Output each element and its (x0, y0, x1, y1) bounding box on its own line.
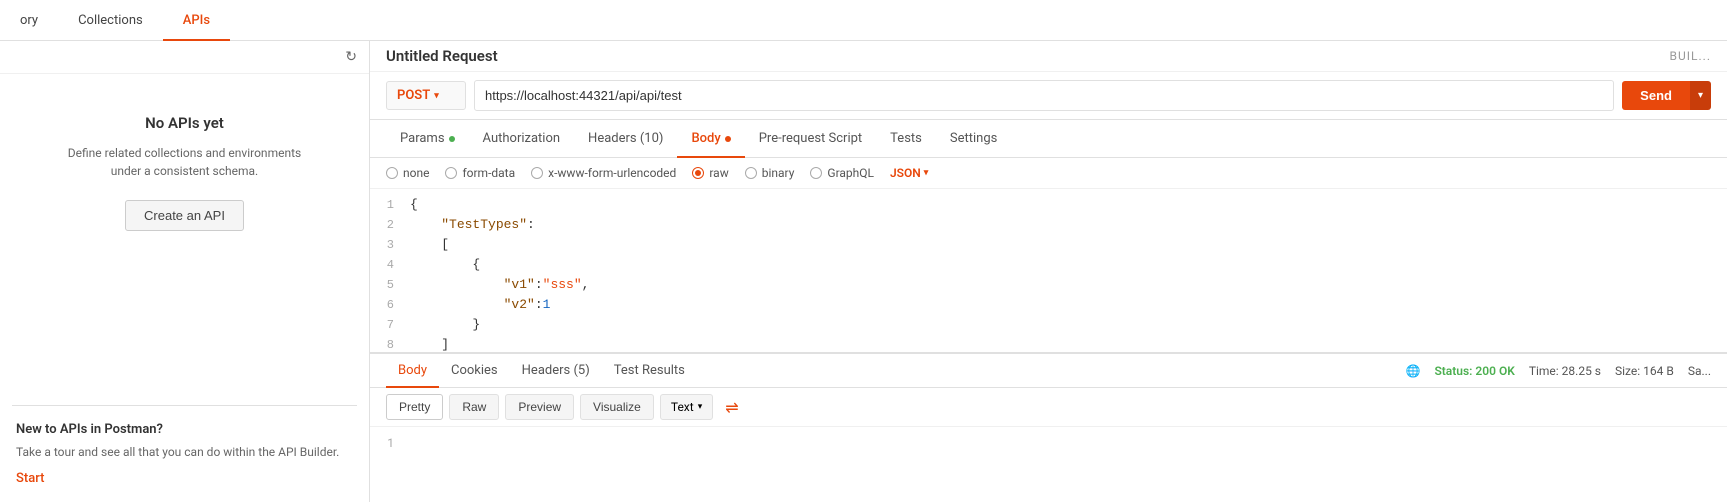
code-line-8: 8 ] (370, 337, 1727, 352)
radio-raw-inner (695, 170, 701, 176)
body-type-raw[interactable]: raw (692, 166, 728, 180)
create-api-button[interactable]: Create an API (125, 200, 244, 231)
text-format-chevron-icon: ▾ (698, 402, 703, 412)
sidebar-empty: No APIs yet Define related collections a… (0, 74, 369, 405)
send-chevron-icon: ▾ (1698, 90, 1703, 101)
url-bar: POST ▾ Send ▾ (370, 72, 1727, 120)
tab-apis[interactable]: APIs (163, 1, 230, 41)
resp-preview-button[interactable]: Preview (505, 394, 574, 420)
response-controls: Pretty Raw Preview Visualize Text ▾ ⇌ (370, 388, 1727, 427)
radio-binary (745, 167, 757, 179)
response-tabs-bar: Body Cookies Headers (5) Test Results 🌐 … (370, 354, 1727, 388)
code-line-4: 4 { (370, 257, 1727, 277)
send-button[interactable]: Send (1622, 81, 1690, 110)
body-dot (725, 136, 731, 142)
globe-icon: 🌐 (1405, 364, 1420, 378)
code-line-6: 6 "v2":1 (370, 297, 1727, 317)
resp-line-1: 1 (370, 435, 1727, 455)
sidebar-header: ↻ (0, 41, 369, 74)
tab-pre-request-script[interactable]: Pre-request Script (745, 121, 876, 158)
body-type-none[interactable]: none (386, 166, 429, 180)
code-line-5: 5 "v1":"sss", (370, 277, 1727, 297)
wrap-icon[interactable]: ⇌ (725, 398, 738, 417)
resp-visualize-button[interactable]: Visualize (580, 394, 654, 420)
request-title: Untitled Request (386, 47, 498, 65)
content-area: Untitled Request BUIL... POST ▾ Send ▾ P… (370, 41, 1727, 502)
code-line-3: 3 [ (370, 237, 1727, 257)
body-type-urlencoded[interactable]: x-www-form-urlencoded (531, 166, 676, 180)
radio-form-data (445, 167, 457, 179)
sidebar: ↻ No APIs yet Define related collections… (0, 41, 370, 502)
save-response-label: Sa... (1688, 364, 1711, 378)
refresh-icon[interactable]: ↻ (345, 49, 357, 65)
builder-label: BUIL... (1670, 49, 1711, 63)
resp-pretty-button[interactable]: Pretty (386, 394, 443, 420)
params-dot (449, 136, 455, 142)
tab-ory[interactable]: ory (0, 1, 58, 41)
tab-body[interactable]: Body (677, 121, 744, 158)
tab-collections[interactable]: Collections (58, 1, 163, 41)
radio-urlencoded (531, 167, 543, 179)
code-line-1: 1 { (370, 197, 1727, 217)
url-input[interactable] (474, 80, 1614, 111)
resp-tab-headers[interactable]: Headers (5) (510, 355, 602, 388)
tab-headers[interactable]: Headers (10) (574, 121, 677, 158)
body-type-form-data[interactable]: form-data (445, 166, 515, 180)
promo-title: New to APIs in Postman? (16, 422, 353, 437)
promo-start-link[interactable]: Start (16, 471, 44, 486)
radio-raw (692, 167, 704, 179)
no-apis-title: No APIs yet (145, 114, 224, 132)
send-dropdown-button[interactable]: ▾ (1690, 81, 1711, 110)
top-nav: ory Collections APIs (0, 0, 1727, 41)
status-ok: Status: 200 OK (1434, 364, 1514, 378)
body-type-graphql[interactable]: GraphQL (810, 166, 874, 180)
body-type-bar: none form-data x-www-form-urlencoded raw… (370, 158, 1727, 189)
response-status-bar: 🌐 Status: 200 OK Time: 28.25 s Size: 164… (1405, 364, 1711, 378)
resp-raw-button[interactable]: Raw (449, 394, 499, 420)
response-body: 1 (370, 427, 1727, 502)
format-chevron-icon: ▾ (924, 168, 929, 178)
resp-tab-test-results[interactable]: Test Results (602, 355, 697, 388)
radio-graphql (810, 167, 822, 179)
radio-none (386, 167, 398, 179)
response-area: Body Cookies Headers (5) Test Results 🌐 … (370, 352, 1727, 502)
send-group: Send ▾ (1622, 81, 1711, 110)
request-tabs: Params Authorization Headers (10) Body P… (370, 120, 1727, 158)
method-dropdown-icon: ▾ (434, 91, 439, 101)
resp-tab-body[interactable]: Body (386, 355, 439, 388)
tab-tests[interactable]: Tests (876, 121, 936, 158)
code-editor[interactable]: 1 { 2 "TestTypes": 3 [ 4 { 5 "v1":"sss", (370, 189, 1727, 352)
method-select[interactable]: POST ▾ (386, 81, 466, 110)
promo-desc: Take a tour and see all that you can do … (16, 443, 353, 461)
text-format-dropdown[interactable]: Text ▾ (660, 394, 713, 420)
code-line-7: 7 } (370, 317, 1727, 337)
tab-params[interactable]: Params (386, 121, 469, 158)
status-size: Size: 164 B (1615, 364, 1674, 378)
status-time: Time: 28.25 s (1529, 364, 1601, 378)
title-bar: Untitled Request BUIL... (370, 41, 1727, 72)
tab-settings[interactable]: Settings (936, 121, 1011, 158)
main-layout: ↻ No APIs yet Define related collections… (0, 41, 1727, 502)
sidebar-promo: New to APIs in Postman? Take a tour and … (0, 406, 369, 502)
tab-authorization[interactable]: Authorization (469, 121, 575, 158)
format-select[interactable]: JSON ▾ (890, 166, 928, 180)
code-line-2: 2 "TestTypes": (370, 217, 1727, 237)
no-apis-desc: Define related collections and environme… (65, 144, 305, 180)
body-type-binary[interactable]: binary (745, 166, 795, 180)
resp-tab-cookies[interactable]: Cookies (439, 355, 510, 388)
